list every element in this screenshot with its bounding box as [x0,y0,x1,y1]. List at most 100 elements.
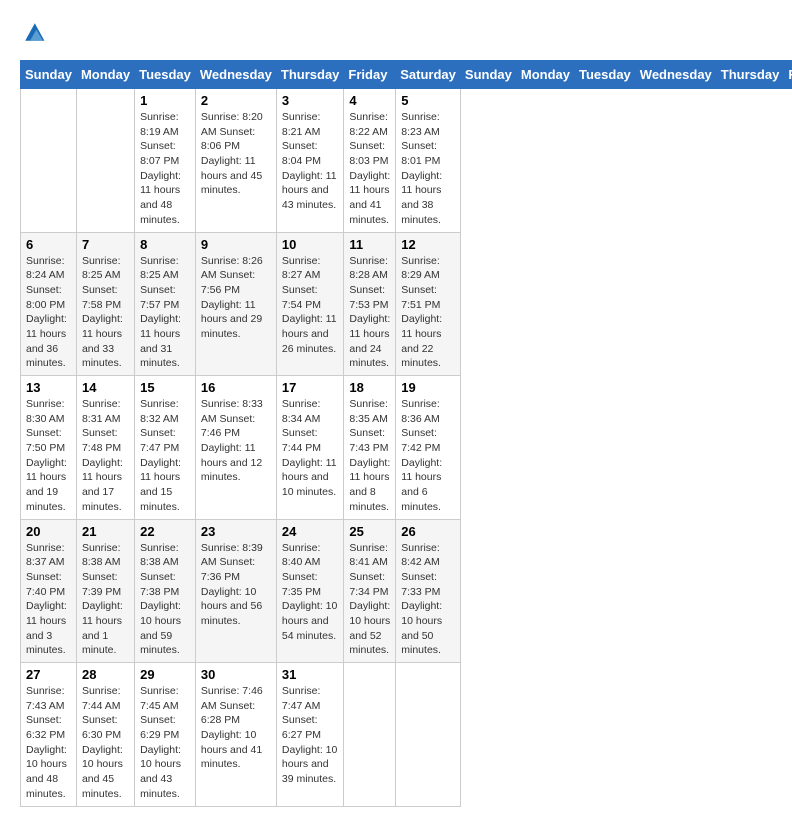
calendar-cell: 23 Sunrise: 8:39 AM Sunset: 7:36 PM Dayli… [195,519,276,663]
calendar-cell: 10 Sunrise: 8:27 AM Sunset: 7:54 PM Dayli… [276,232,344,376]
calendar-header-row: SundayMondayTuesdayWednesdayThursdayFrid… [21,61,792,89]
day-number: 10 [282,237,339,252]
day-info: Sunrise: 8:37 AM Sunset: 7:40 PM Dayligh… [26,541,71,659]
col-header-wednesday: Wednesday [635,61,716,89]
calendar-cell: 1Sunrise: 8:19 AM Sunset: 8:07 PM Daylig… [135,89,196,233]
day-info: Sunrise: 8:35 AM Sunset: 7:43 PM Dayligh… [349,397,390,515]
logo-icon [22,20,46,44]
day-number: 14 [82,380,129,395]
day-number: 15 [140,380,190,395]
calendar-week-3: 13Sunrise: 8:30 AM Sunset: 7:50 PM Dayli… [21,376,792,520]
day-number: 26 [401,524,455,539]
day-info: Sunrise: 7:46 AM Sunset: 6:28 PM Dayligh… [201,684,271,772]
calendar-cell: 17 Sunrise: 8:34 AM Sunset: 7:44 PM Dayli… [276,376,344,520]
day-number: 18 [349,380,390,395]
day-number: 30 [201,667,271,682]
day-number: 2 [201,93,271,108]
calendar-cell: 27Sunrise: 7:43 AM Sunset: 6:32 PM Dayli… [21,663,77,807]
calendar-cell: 26 Sunrise: 8:42 AM Sunset: 7:33 PM Dayli… [396,519,461,663]
header-thursday: Thursday [276,61,344,89]
calendar-cell: 24 Sunrise: 8:40 AM Sunset: 7:35 PM Dayli… [276,519,344,663]
day-info: Sunrise: 7:47 AM Sunset: 6:27 PM Dayligh… [282,684,339,787]
day-info: Sunrise: 8:26 AM Sunset: 7:56 PM Dayligh… [201,254,271,342]
header-wednesday: Wednesday [195,61,276,89]
day-info: Sunrise: 7:44 AM Sunset: 6:30 PM Dayligh… [82,684,129,802]
calendar-cell [396,663,461,807]
day-info: Sunrise: 8:21 AM Sunset: 8:04 PM Dayligh… [282,110,339,213]
day-info: Sunrise: 8:34 AM Sunset: 7:44 PM Dayligh… [282,397,339,500]
calendar-week-1: 1Sunrise: 8:19 AM Sunset: 8:07 PM Daylig… [21,89,792,233]
col-header-thursday: Thursday [716,61,784,89]
header-sunday: Sunday [21,61,77,89]
calendar-cell: 2 Sunrise: 8:20 AM Sunset: 8:06 PM Daylig… [195,89,276,233]
day-number: 6 [26,237,71,252]
page-header [20,20,772,44]
day-number: 24 [282,524,339,539]
col-header-tuesday: Tuesday [575,61,636,89]
calendar-cell: 5 Sunrise: 8:23 AM Sunset: 8:01 PM Daylig… [396,89,461,233]
day-number: 20 [26,524,71,539]
calendar-cell: 22 Sunrise: 8:38 AM Sunset: 7:38 PM Dayli… [135,519,196,663]
day-info: Sunrise: 8:41 AM Sunset: 7:34 PM Dayligh… [349,541,390,659]
calendar-cell: 8Sunrise: 8:25 AM Sunset: 7:57 PM Daylig… [135,232,196,376]
day-number: 11 [349,237,390,252]
day-info: Sunrise: 8:27 AM Sunset: 7:54 PM Dayligh… [282,254,339,357]
calendar-cell [76,89,134,233]
day-number: 7 [82,237,129,252]
day-number: 27 [26,667,71,682]
day-number: 4 [349,93,390,108]
calendar-cell: 11 Sunrise: 8:28 AM Sunset: 7:53 PM Dayli… [344,232,396,376]
day-number: 19 [401,380,455,395]
calendar-cell: 18 Sunrise: 8:35 AM Sunset: 7:43 PM Dayli… [344,376,396,520]
day-info: Sunrise: 8:32 AM Sunset: 7:47 PM Dayligh… [140,397,190,515]
calendar-cell: 9 Sunrise: 8:26 AM Sunset: 7:56 PM Daylig… [195,232,276,376]
day-info: Sunrise: 8:40 AM Sunset: 7:35 PM Dayligh… [282,541,339,644]
calendar-cell: 31 Sunrise: 7:47 AM Sunset: 6:27 PM Dayli… [276,663,344,807]
day-info: Sunrise: 8:20 AM Sunset: 8:06 PM Dayligh… [201,110,271,198]
day-number: 9 [201,237,271,252]
day-info: Sunrise: 8:39 AM Sunset: 7:36 PM Dayligh… [201,541,271,629]
day-number: 17 [282,380,339,395]
day-number: 31 [282,667,339,682]
day-number: 22 [140,524,190,539]
calendar-cell: 28 Sunrise: 7:44 AM Sunset: 6:30 PM Dayli… [76,663,134,807]
day-info: Sunrise: 8:38 AM Sunset: 7:39 PM Dayligh… [82,541,129,659]
day-number: 3 [282,93,339,108]
calendar-cell: 7 Sunrise: 8:25 AM Sunset: 7:58 PM Daylig… [76,232,134,376]
day-number: 12 [401,237,455,252]
col-header-monday: Monday [516,61,574,89]
calendar-cell: 21Sunrise: 8:38 AM Sunset: 7:39 PM Dayli… [76,519,134,663]
day-number: 28 [82,667,129,682]
day-number: 16 [201,380,271,395]
day-info: Sunrise: 8:30 AM Sunset: 7:50 PM Dayligh… [26,397,71,515]
calendar-cell: 3 Sunrise: 8:21 AM Sunset: 8:04 PM Daylig… [276,89,344,233]
header-saturday: Saturday [396,61,461,89]
calendar-cell: 19 Sunrise: 8:36 AM Sunset: 7:42 PM Dayli… [396,376,461,520]
day-number: 29 [140,667,190,682]
day-info: Sunrise: 8:29 AM Sunset: 7:51 PM Dayligh… [401,254,455,372]
day-info: Sunrise: 8:42 AM Sunset: 7:33 PM Dayligh… [401,541,455,659]
day-number: 23 [201,524,271,539]
logo [20,20,46,44]
calendar-cell: 13Sunrise: 8:30 AM Sunset: 7:50 PM Dayli… [21,376,77,520]
day-info: Sunrise: 8:31 AM Sunset: 7:48 PM Dayligh… [82,397,129,515]
calendar-week-4: 20 Sunrise: 8:37 AM Sunset: 7:40 PM Dayli… [21,519,792,663]
calendar-cell [21,89,77,233]
day-info: Sunrise: 7:45 AM Sunset: 6:29 PM Dayligh… [140,684,190,802]
calendar-cell: 25 Sunrise: 8:41 AM Sunset: 7:34 PM Dayli… [344,519,396,663]
day-info: Sunrise: 8:28 AM Sunset: 7:53 PM Dayligh… [349,254,390,372]
day-info: Sunrise: 8:36 AM Sunset: 7:42 PM Dayligh… [401,397,455,515]
day-info: Sunrise: 8:33 AM Sunset: 7:46 PM Dayligh… [201,397,271,485]
day-number: 5 [401,93,455,108]
calendar-cell: 4Sunrise: 8:22 AM Sunset: 8:03 PM Daylig… [344,89,396,233]
calendar-cell: 14 Sunrise: 8:31 AM Sunset: 7:48 PM Dayli… [76,376,134,520]
day-info: Sunrise: 8:19 AM Sunset: 8:07 PM Dayligh… [140,110,190,228]
day-info: Sunrise: 8:25 AM Sunset: 7:58 PM Dayligh… [82,254,129,372]
col-header-friday: Friday [784,61,792,89]
calendar-table: SundayMondayTuesdayWednesdayThursdayFrid… [20,60,792,807]
calendar-cell: 29 Sunrise: 7:45 AM Sunset: 6:29 PM Dayli… [135,663,196,807]
header-tuesday: Tuesday [135,61,196,89]
day-info: Sunrise: 8:38 AM Sunset: 7:38 PM Dayligh… [140,541,190,659]
day-number: 25 [349,524,390,539]
day-info: Sunrise: 8:23 AM Sunset: 8:01 PM Dayligh… [401,110,455,228]
